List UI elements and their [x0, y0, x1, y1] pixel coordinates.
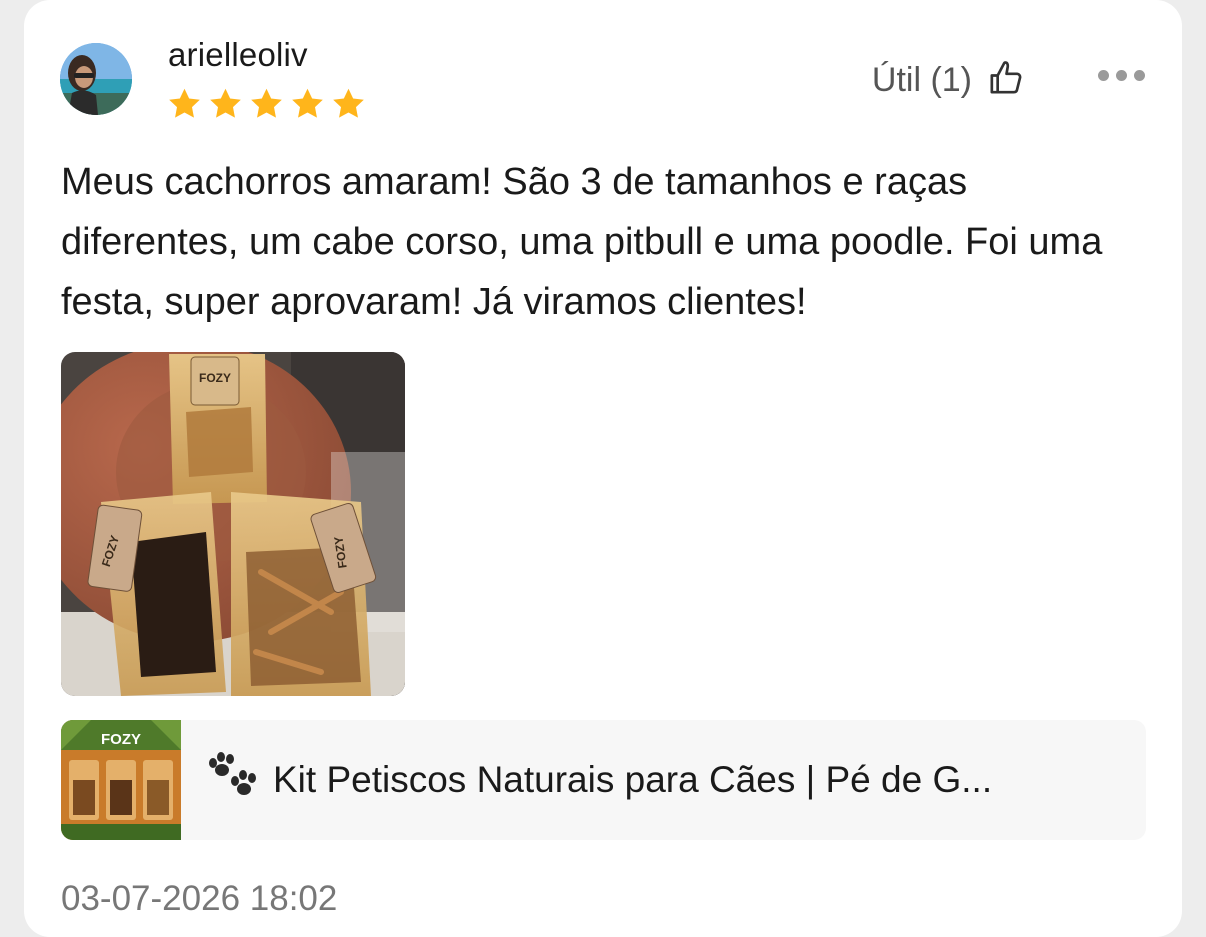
- helpful-button[interactable]: Útil (1): [872, 58, 1026, 103]
- helpful-label: Útil (1): [871, 61, 972, 99]
- star-icon: [207, 86, 244, 122]
- product-title: Kit Petiscos Naturais para Cães | Pé de …: [273, 759, 993, 800]
- more-dot: [1134, 70, 1145, 81]
- more-dot: [1116, 70, 1127, 81]
- star-rating: [166, 86, 367, 122]
- product-thumbnail: FOZY: [61, 720, 181, 840]
- review-text: Meus cachorros amaram! São 3 de tamanhos…: [61, 161, 1103, 323]
- photo-brand-label: FOZY: [199, 371, 231, 385]
- reviewer-username[interactable]: arielleoliv: [168, 36, 308, 74]
- product-thumb-brand: FOZY: [101, 731, 141, 748]
- star-icon: [248, 86, 285, 122]
- avatar[interactable]: [60, 43, 132, 115]
- more-dot: [1098, 70, 1109, 81]
- product-title-row[interactable]: Kit Petiscos Naturais para Cães | Pé de …: [205, 751, 1105, 810]
- paw-prints-icon: [205, 751, 261, 810]
- thumbs-up-icon: [986, 58, 1026, 103]
- star-icon: [166, 86, 203, 122]
- review-timestamp: 03-07-2026 18:02: [61, 879, 338, 918]
- review-photo[interactable]: FOZY FOZY FOZY: [61, 352, 405, 696]
- product-link[interactable]: FOZY Kit Petiscos Naturais para Cães | P…: [61, 720, 1146, 840]
- star-icon: [289, 86, 326, 122]
- more-options-button[interactable]: [1098, 70, 1145, 81]
- star-icon: [330, 86, 367, 122]
